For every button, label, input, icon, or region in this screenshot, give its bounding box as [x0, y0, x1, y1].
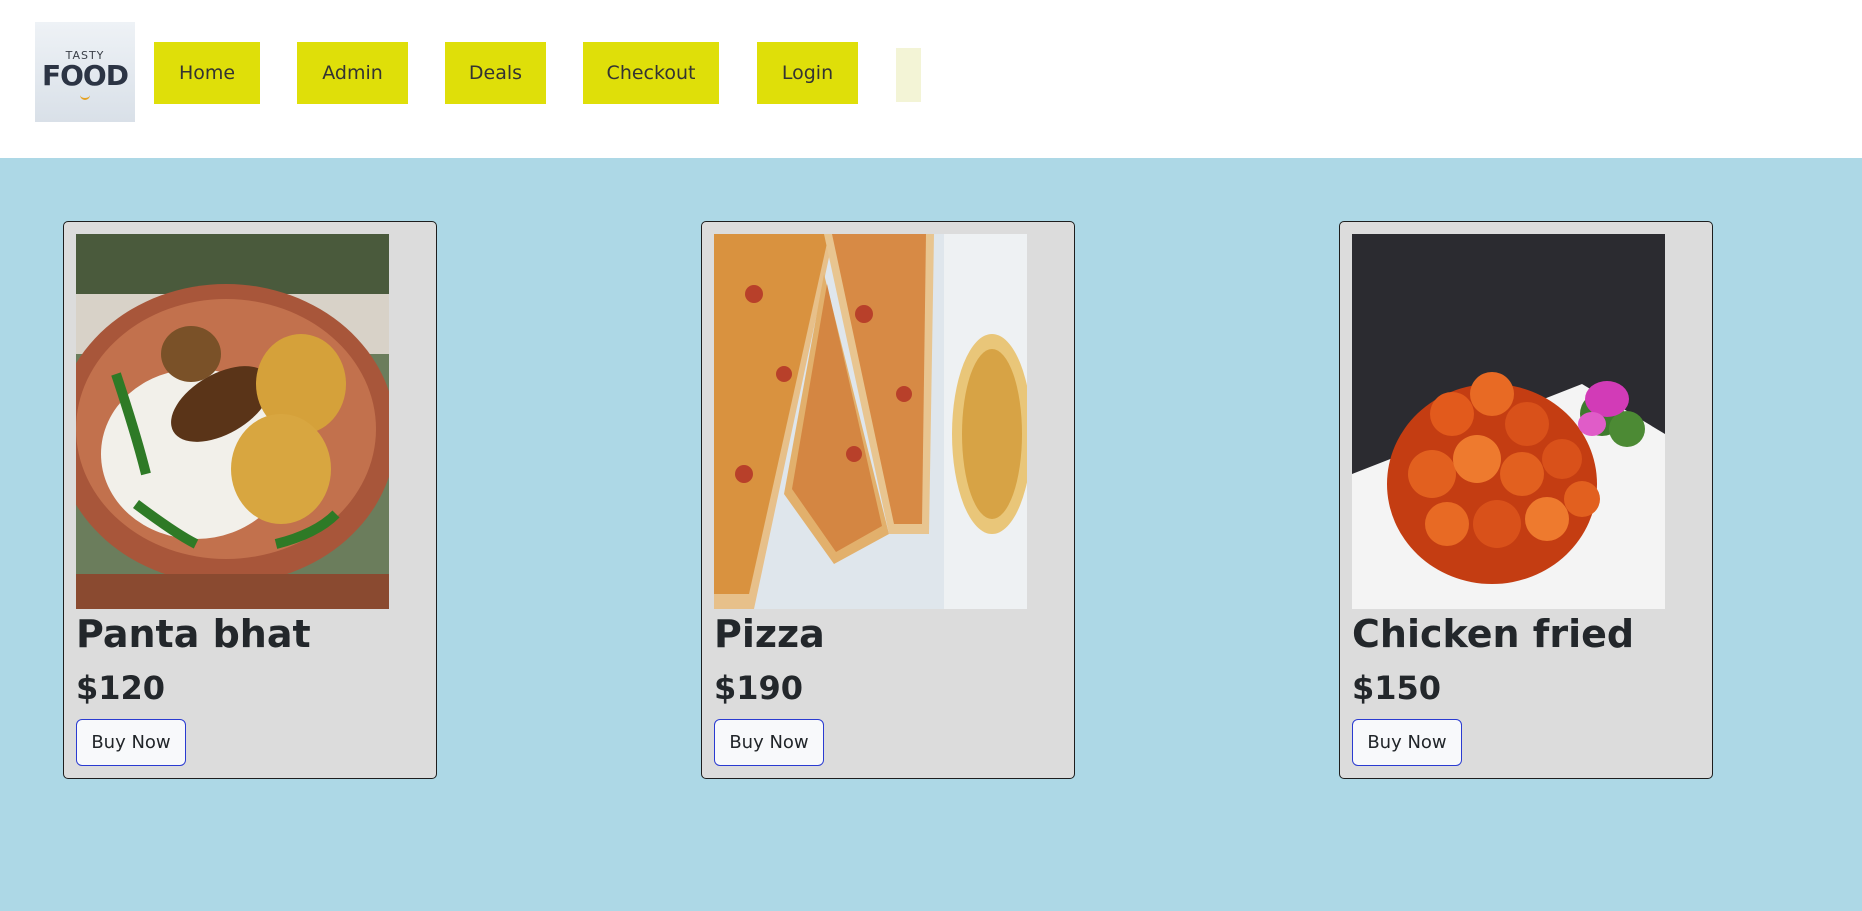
- product-card: Pizza $190 Buy Now: [701, 221, 1075, 779]
- nav-login-button[interactable]: Login: [757, 42, 858, 104]
- tasty-food-logo[interactable]: TASTY FOOD: [35, 22, 135, 122]
- nav-deals-button[interactable]: Deals: [445, 42, 546, 104]
- nav-home-button[interactable]: Home: [154, 42, 260, 104]
- panta-bhat-image: [76, 234, 389, 609]
- product-name: Panta bhat: [76, 612, 311, 656]
- product-price: $120: [76, 669, 166, 707]
- chicken-fried-image: [1352, 234, 1665, 609]
- nav-checkout-button[interactable]: Checkout: [583, 42, 719, 104]
- product-price: $150: [1352, 669, 1442, 707]
- nav-admin-button[interactable]: Admin: [297, 42, 408, 104]
- logo-smile-icon: [80, 92, 90, 100]
- site-header: TASTY FOOD Home Admin Deals Checkout Log…: [0, 0, 1862, 158]
- product-card: Chicken fried $150 Buy Now: [1339, 221, 1713, 779]
- buy-now-button[interactable]: Buy Now: [1352, 719, 1462, 766]
- pizza-image: [714, 234, 1027, 609]
- logo-main-text: FOOD: [42, 59, 129, 92]
- product-name: Pizza: [714, 612, 825, 656]
- product-name: Chicken fried: [1352, 612, 1635, 656]
- nav-placeholder-block: [896, 48, 921, 102]
- product-card: Panta bhat $120 Buy Now: [63, 221, 437, 779]
- product-price: $190: [714, 669, 804, 707]
- buy-now-button[interactable]: Buy Now: [714, 719, 824, 766]
- buy-now-button[interactable]: Buy Now: [76, 719, 186, 766]
